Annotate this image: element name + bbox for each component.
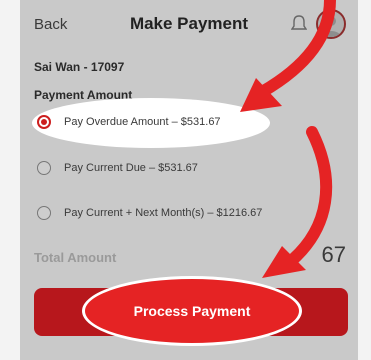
option-label: Pay Current Due – $531.67	[64, 162, 198, 174]
radio-selected[interactable]	[37, 115, 51, 129]
option-current-next[interactable]: Pay Current + Next Month(s) – $1216.67	[20, 199, 358, 229]
option-overdue[interactable]: Pay Overdue Amount – $531.67	[20, 108, 358, 138]
option-label: Pay Current + Next Month(s) – $1216.67	[64, 207, 263, 219]
page-title: Make Payment	[129, 14, 249, 33]
option-label: Pay Overdue Amount – $531.67	[64, 116, 221, 128]
total-amount-value: 67	[321, 242, 346, 267]
header: Back Make Payment	[20, 0, 358, 52]
radio-unselected[interactable]	[37, 161, 51, 175]
process-payment-label[interactable]: Process Payment	[82, 276, 302, 346]
total-amount-label: Total Amount	[34, 250, 117, 265]
radio-unselected[interactable]	[37, 206, 51, 220]
bell-icon[interactable]	[291, 15, 307, 33]
option-current-due[interactable]: Pay Current Due – $531.67	[20, 154, 358, 184]
account-label: Sai Wan - 17097	[34, 60, 125, 74]
avatar[interactable]	[316, 9, 346, 39]
payment-screen: Back Make Payment Sai Wan - 17097 Paymen…	[20, 0, 358, 360]
